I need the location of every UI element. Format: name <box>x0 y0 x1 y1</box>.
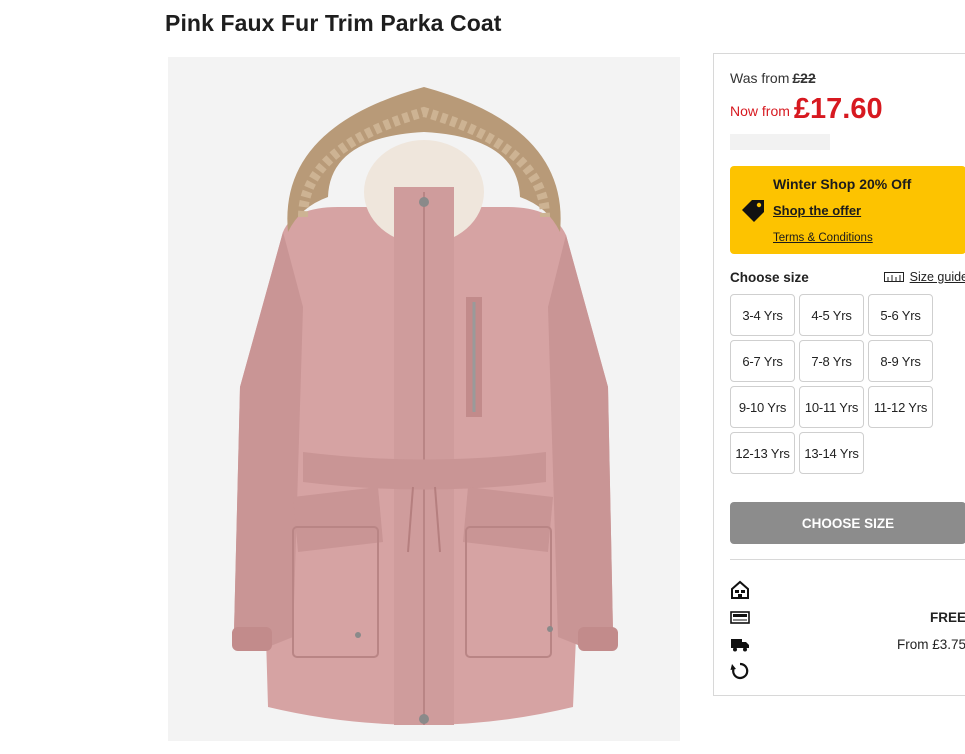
ruler-icon <box>883 272 904 282</box>
was-price: £22 <box>792 70 816 86</box>
delivery-row: From £3.75 <box>730 633 965 655</box>
choose-size-button[interactable]: CHOOSE SIZE <box>730 502 965 544</box>
size-option[interactable]: 10-11 Yrs <box>799 386 864 428</box>
now-price: £17.60 <box>793 93 883 125</box>
click-collect-row: FREE <box>730 606 965 628</box>
size-option[interactable]: 4-5 Yrs <box>799 294 864 336</box>
purchase-panel: Was from £22 Now from £17.60 Winter Shop 2… <box>713 53 965 696</box>
product-title: Pink Faux Fur Trim Parka Coat <box>165 10 502 36</box>
size-option[interactable]: 9-10 Yrs <box>730 386 795 428</box>
size-option[interactable]: 12-13 Yrs <box>730 432 795 474</box>
size-option[interactable]: 11-12 Yrs <box>868 386 933 428</box>
delivery-value: From £3.75 <box>896 636 965 652</box>
size-option[interactable]: 6-7 Yrs <box>730 340 795 382</box>
divider <box>730 559 965 560</box>
now-price-row: Now from £17.60 <box>730 91 883 125</box>
returns-icon <box>730 662 749 680</box>
size-option[interactable]: 3-4 Yrs <box>730 294 795 336</box>
returns-row <box>730 660 965 682</box>
store-row <box>730 579 965 601</box>
click-collect-value: FREE <box>929 609 965 625</box>
store-icon <box>731 580 749 599</box>
price-tag-icon <box>742 200 764 222</box>
shop-offer-link[interactable]: Shop the offer <box>773 203 861 218</box>
size-option[interactable]: 5-6 Yrs <box>868 294 933 336</box>
parka-coat-image <box>168 57 680 741</box>
size-option[interactable]: 8-9 Yrs <box>868 340 933 382</box>
size-options: 3-4 Yrs 4-5 Yrs 5-6 Yrs 6-7 Yrs 7-8 Yrs … <box>730 294 940 474</box>
size-header: Choose size Size guide <box>730 270 965 290</box>
size-option[interactable]: 7-8 Yrs <box>799 340 864 382</box>
size-guide-label: Size guide <box>909 270 965 284</box>
truck-icon <box>731 639 749 652</box>
product-image[interactable] <box>168 57 680 741</box>
click-collect-icon <box>730 611 750 624</box>
now-price-label: Now from <box>730 103 790 119</box>
was-price-row: Was from £22 <box>730 70 816 86</box>
rating-placeholder <box>730 134 830 150</box>
offer-title: Winter Shop 20% Off <box>773 176 912 192</box>
size-guide-link[interactable]: Size guide <box>883 270 965 284</box>
size-option[interactable]: 13-14 Yrs <box>799 432 864 474</box>
terms-link[interactable]: Terms & Conditions <box>773 232 873 244</box>
was-price-label: Was from <box>730 70 790 86</box>
offer-banner: Winter Shop 20% Off Shop the offer Terms… <box>730 166 965 254</box>
choose-size-label: Choose size <box>730 270 809 285</box>
